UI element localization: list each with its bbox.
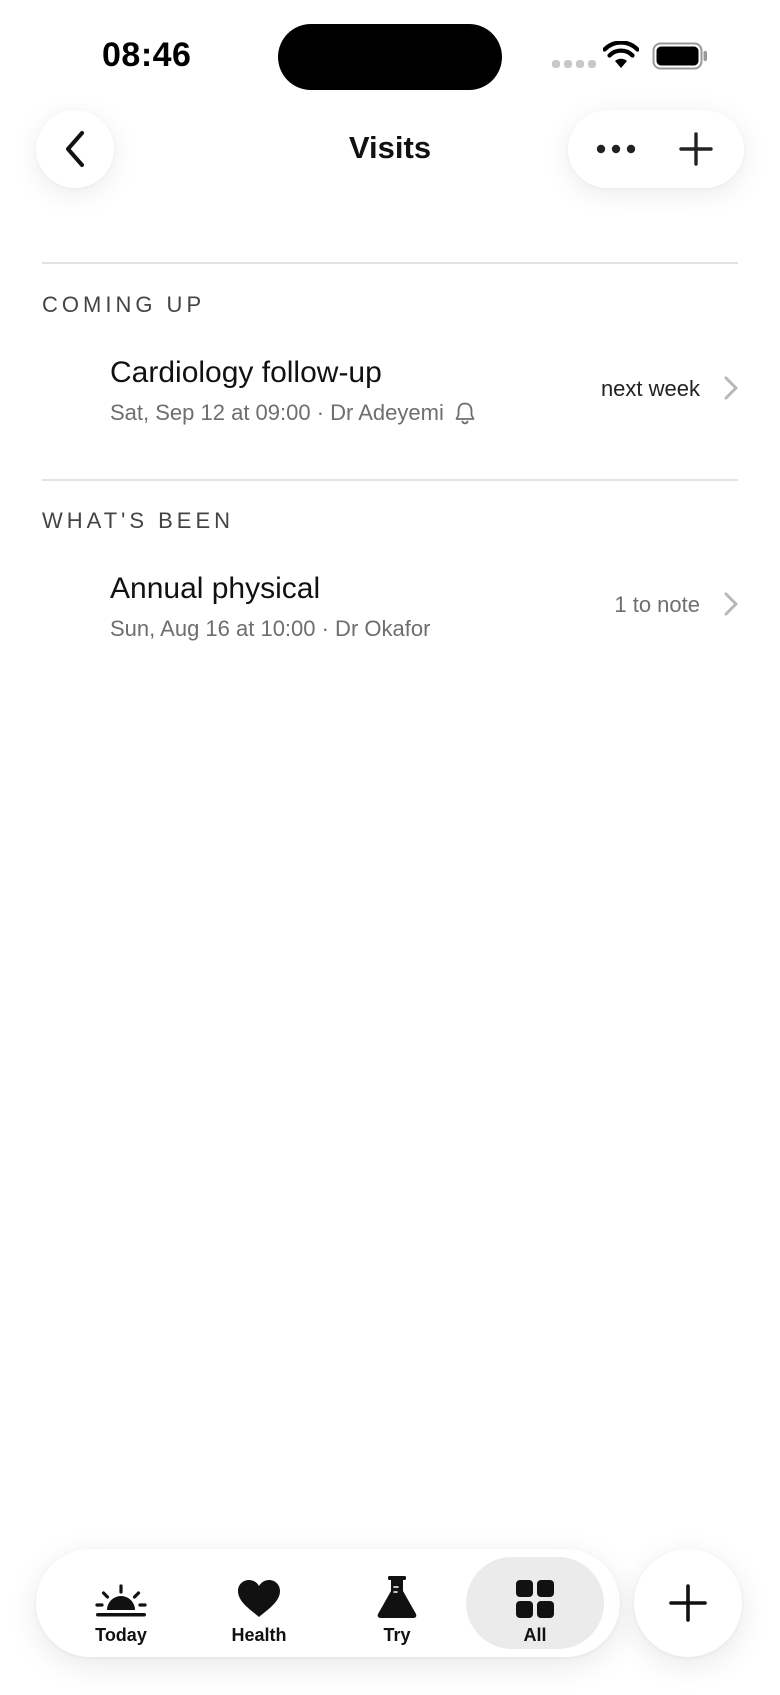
- visit-timing-label: next week: [600, 376, 700, 401]
- visit-row-cardiology[interactable]: Cardiology follow-up Sat, Sep 12 at 09:0…: [42, 356, 742, 446]
- tab-try[interactable]: Try: [328, 1557, 466, 1649]
- tab-label: All: [523, 1625, 547, 1645]
- flask-icon: [377, 1576, 417, 1618]
- visit-title: Annual physical: [110, 572, 321, 605]
- more-button[interactable]: [581, 114, 651, 184]
- quick-add-button[interactable]: [634, 1549, 742, 1657]
- status-time: 08:46: [102, 36, 192, 74]
- section-divider: [42, 479, 738, 481]
- visit-datetime-doctor: Sun, Aug 16 at 10:00 · Dr Okafor: [110, 616, 431, 641]
- plus-icon: [669, 1584, 707, 1622]
- cellular-signal-icon: [552, 60, 596, 68]
- visit-notes-label: 1 to note: [614, 592, 700, 617]
- chevron-right-icon: [724, 592, 738, 616]
- visit-subtitle: Sun, Aug 16 at 10:00 · Dr Okafor: [110, 616, 430, 642]
- sunrise-icon: [95, 1584, 147, 1617]
- section-header-coming-up: COMING UP: [42, 292, 206, 317]
- more-horizontal-icon: [596, 144, 636, 154]
- tab-label: Try: [383, 1625, 411, 1645]
- visit-datetime-doctor: Sat, Sep 12 at 09:00 · Dr Adeyemi: [110, 400, 444, 425]
- battery-icon: [652, 42, 707, 70]
- bell-icon: [455, 402, 475, 425]
- tab-all[interactable]: All: [466, 1557, 604, 1649]
- heart-icon: [238, 1580, 280, 1617]
- visit-subtitle: Sat, Sep 12 at 09:00 · Dr Adeyemi: [110, 400, 476, 426]
- section-header-whats-been: WHAT'S BEEN: [42, 508, 235, 533]
- plus-icon: [679, 132, 713, 166]
- nav-actions: [568, 110, 744, 188]
- tab-today[interactable]: Today: [52, 1557, 190, 1649]
- grid-icon: [516, 1580, 554, 1618]
- visit-title: Cardiology follow-up: [110, 356, 382, 389]
- dynamic-island: [278, 24, 502, 90]
- tab-label: Today: [95, 1625, 147, 1645]
- section-divider: [42, 262, 738, 264]
- visits-screen: 08:46 Visits COMING UP Cardiology follow…: [0, 0, 780, 1695]
- chevron-right-icon: [724, 376, 738, 400]
- tab-health[interactable]: Health: [190, 1557, 328, 1649]
- tab-label: Health: [231, 1625, 287, 1645]
- visit-row-annual-physical[interactable]: Annual physical Sun, Aug 16 at 10:00 · D…: [42, 572, 742, 662]
- tab-bar: Today Health Try All: [36, 1549, 620, 1657]
- add-visit-button[interactable]: [661, 114, 731, 184]
- wifi-icon: [603, 41, 639, 68]
